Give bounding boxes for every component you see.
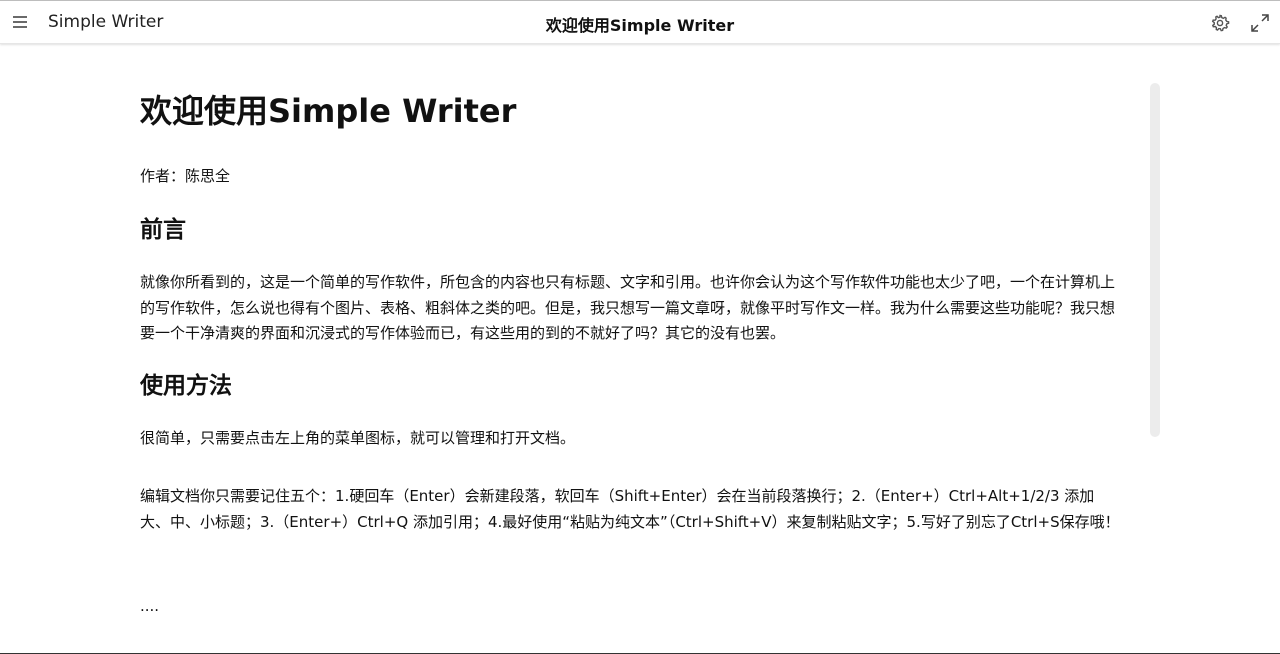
top-bar: Simple Writer 欢迎使用Simple Writer [0, 1, 1280, 44]
usage-paragraph-2[interactable]: 编辑文档你只需要记住五个：1.硬回车（Enter）会新建段落，软回车（Shift… [140, 484, 1122, 535]
section-heading-preface[interactable]: 前言 [140, 210, 186, 244]
author-line[interactable]: 作者：陈思全 [140, 164, 1122, 190]
app-window: Simple Writer 欢迎使用Simple Writer 欢迎使用Simp… [0, 0, 1280, 654]
preface-paragraph[interactable]: 就像你所看到的，这是一个简单的写作软件，所包含的内容也只有标题、文字和引用。也许… [140, 270, 1122, 347]
document-editor[interactable]: 欢迎使用Simple Writer 作者：陈思全 前言 就像你所看到的，这是一个… [140, 81, 1122, 641]
settings-button[interactable] [1208, 11, 1232, 35]
editor-scrollbar[interactable] [1150, 83, 1160, 437]
gear-icon [1211, 14, 1230, 32]
document-title-header: 欢迎使用Simple Writer [545, 16, 735, 35]
fullscreen-button[interactable] [1248, 11, 1272, 35]
expand-icon [1251, 14, 1269, 32]
usage-paragraph-3[interactable]: .... [140, 594, 1122, 620]
menu-button[interactable] [8, 10, 32, 34]
document-heading[interactable]: 欢迎使用Simple Writer [140, 86, 516, 132]
hamburger-menu-icon [13, 16, 27, 28]
section-heading-usage[interactable]: 使用方法 [140, 366, 232, 400]
usage-paragraph-1[interactable]: 很简单，只需要点击左上角的菜单图标，就可以管理和打开文档。 [140, 426, 1122, 452]
app-name: Simple Writer [48, 12, 164, 32]
